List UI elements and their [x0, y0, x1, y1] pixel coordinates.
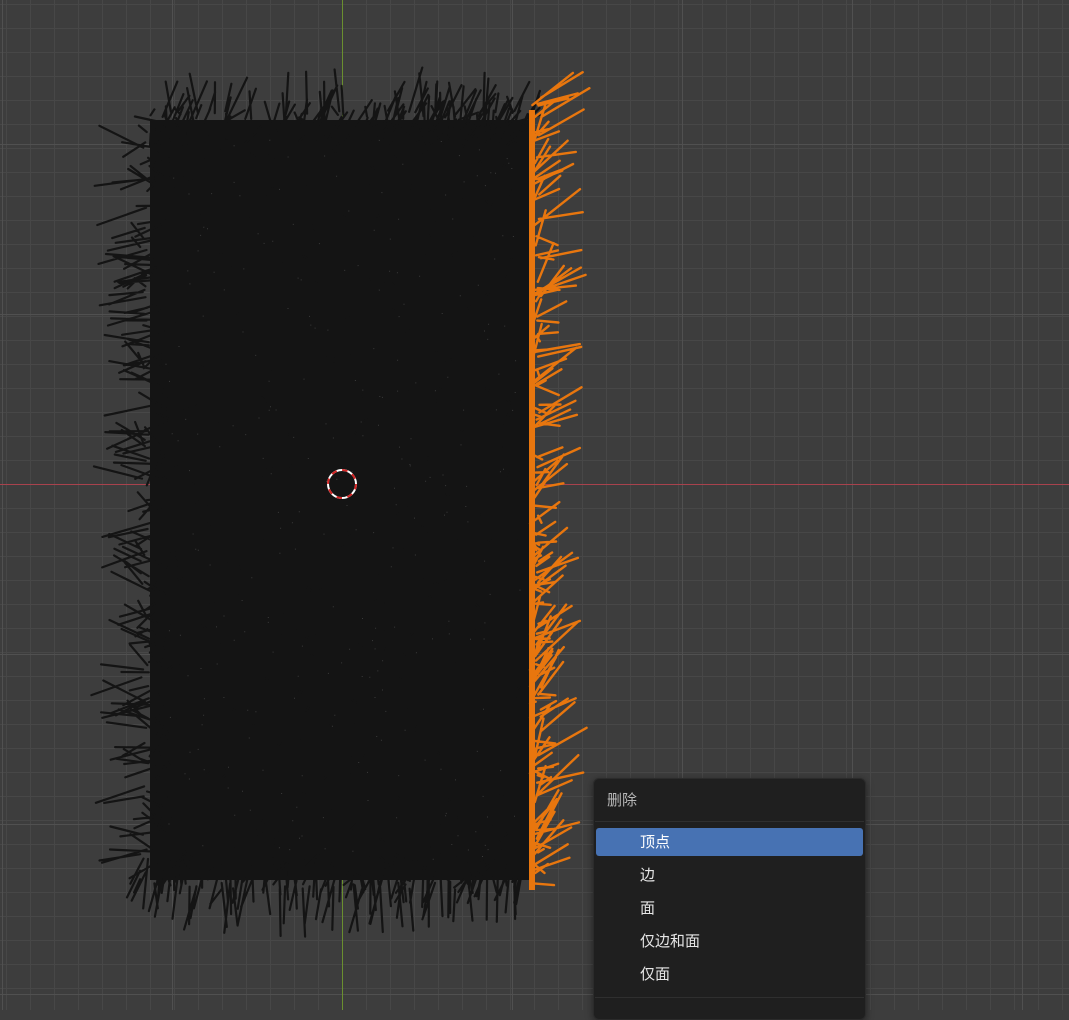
3d-viewport[interactable] [0, 0, 1069, 1010]
menu-divider-bottom [595, 997, 864, 998]
menu-title: 删除 [607, 791, 638, 809]
menu-item-edges[interactable]: 边 [596, 861, 863, 889]
menu-item-vertices[interactable]: 顶点 [596, 828, 863, 856]
hair-mesh-object[interactable] [90, 66, 541, 938]
menu-item-only-faces[interactable]: 仅面 [596, 960, 863, 988]
delete-context-menu: 删除 顶点 边 面 仅边和面 仅面 [593, 778, 866, 1020]
selected-vertices-strip[interactable] [528, 71, 591, 890]
menu-item-faces[interactable]: 面 [596, 894, 863, 922]
menu-item-only-edges-faces[interactable]: 仅边和面 [596, 927, 863, 955]
